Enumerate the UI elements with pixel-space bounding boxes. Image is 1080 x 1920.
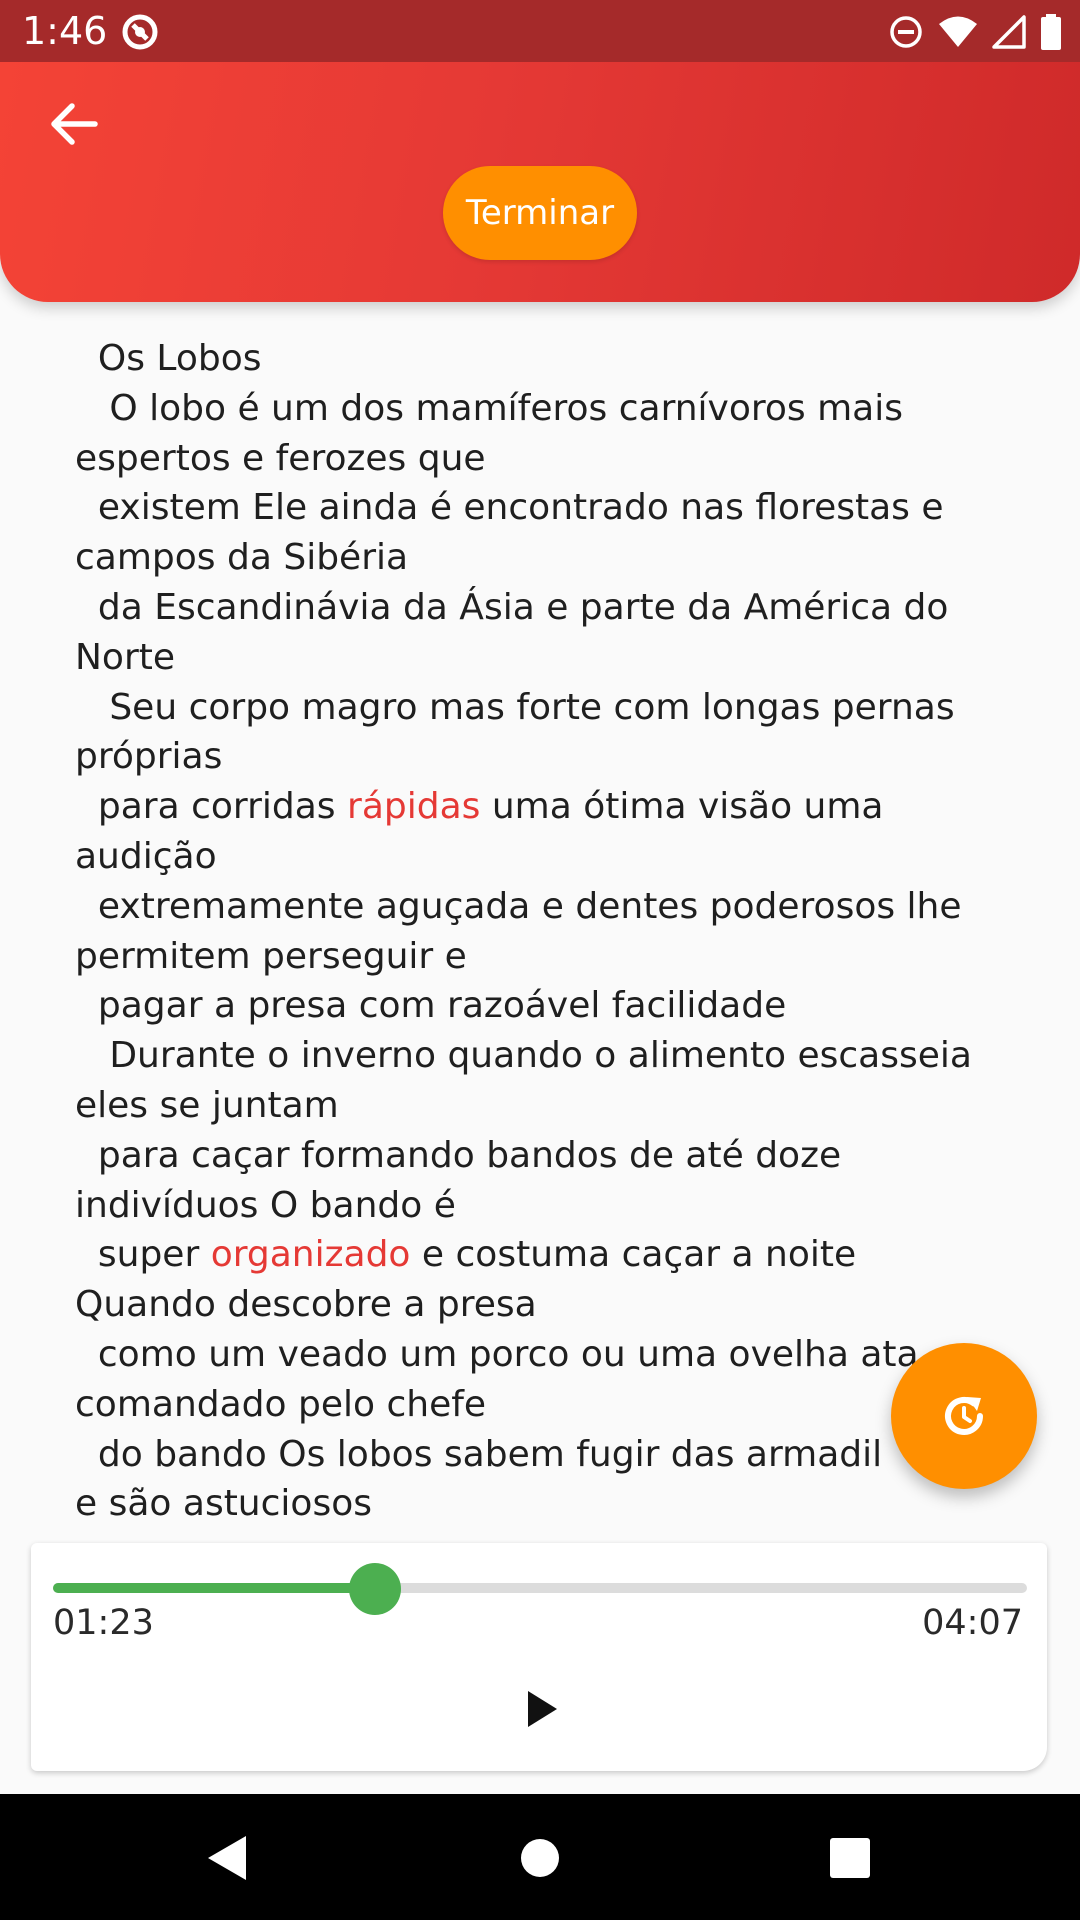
story-text-segment: indivíduos O bando é xyxy=(75,1184,456,1226)
story-text-segment: super xyxy=(75,1234,211,1276)
story-line: O lobo é um dos mamíferos carnívoros mai… xyxy=(75,384,1015,434)
story-line: extremamente aguçada e dentes poderosos … xyxy=(75,882,1015,932)
story-line: próprias xyxy=(75,732,1015,782)
story-line: audição xyxy=(75,832,1015,882)
story-text-segment: Os Lobos xyxy=(75,338,262,379)
do-not-disturb-icon xyxy=(890,16,922,48)
play-button[interactable] xyxy=(517,1681,567,1737)
arrow-left-icon xyxy=(51,103,98,145)
screen: 1:46 Terminar Os Lobos O lobo é um dos m… xyxy=(0,0,1080,1920)
signal-icon xyxy=(992,15,1026,49)
progress-slider[interactable] xyxy=(53,1563,1027,1615)
story-text-segment: para corridas xyxy=(75,786,348,828)
replay-button[interactable] xyxy=(891,1343,1037,1489)
story-text-segment: permitem perseguir e xyxy=(75,935,467,977)
story-line: Durante o inverno quando o alimento esca… xyxy=(75,1031,1015,1081)
finish-button[interactable]: Terminar xyxy=(443,166,637,260)
story-line: Quando descobre a presa xyxy=(75,1280,1015,1330)
app-notification-icon xyxy=(122,14,158,50)
story-text-segment: audição xyxy=(75,835,217,877)
story-line: indivíduos O bando é xyxy=(75,1181,1015,1231)
story-line: do bando Os lobos sabem fugir das armadi… xyxy=(75,1430,1015,1480)
story-text-segment: Quando descobre a presa xyxy=(75,1284,537,1326)
slider-fill xyxy=(53,1583,375,1593)
story-text-segment: extremamente aguçada e dentes poderosos … xyxy=(75,885,962,927)
story-line: e são astuciosos xyxy=(75,1479,1015,1529)
story-text-segment: Norte xyxy=(75,636,176,678)
story-text-segment: existem Ele ainda é encontrado nas flore… xyxy=(75,487,944,529)
story-text-segment: eles se juntam xyxy=(75,1084,339,1126)
story-text-segment: para caçar formando bandos de até doze xyxy=(75,1134,842,1176)
story-text-segment: campos da Sibéria xyxy=(75,537,409,579)
nav-recents-button[interactable] xyxy=(822,1830,878,1886)
story-line: pagar a presa com razoável facilidade xyxy=(75,981,1015,1031)
story-line: como um veado um porco ou uma ovelha ata xyxy=(75,1330,1015,1380)
nav-home-button[interactable] xyxy=(512,1830,568,1886)
play-icon xyxy=(528,1691,557,1727)
slider-thumb[interactable] xyxy=(348,1563,401,1615)
nav-recents-icon xyxy=(830,1838,870,1878)
nav-back-button[interactable] xyxy=(200,1830,256,1886)
highlighted-word: rápidas xyxy=(347,786,481,828)
status-time: 1:46 xyxy=(22,9,108,53)
story-text-segment: e são astuciosos xyxy=(75,1483,372,1525)
story-text-segment: espertos e ferozes que xyxy=(75,437,486,479)
story-line: Seu corpo magro mas forte com longas per… xyxy=(75,683,1015,733)
highlighted-word: organizado xyxy=(210,1234,411,1276)
app-bar: Terminar xyxy=(0,62,1080,302)
wifi-icon xyxy=(939,16,977,47)
navigation-bar xyxy=(0,1794,1080,1920)
story-text-segment: O lobo é um dos mamíferos carnívoros mai… xyxy=(75,387,903,429)
total-duration: 04:07 xyxy=(922,1603,1023,1643)
story-line: Os Lobos xyxy=(75,334,1015,384)
story-text-segment: Durante o inverno quando o alimento esca… xyxy=(75,1035,972,1077)
story-text-segment: da Escandinávia da Ásia e parte da Améri… xyxy=(75,586,949,628)
story-line: para corridas rápidas uma ótima visão um… xyxy=(75,782,1015,832)
story-line: existem Ele ainda é encontrado nas flore… xyxy=(75,483,1015,533)
story-text-segment: comandado pelo chefe xyxy=(75,1383,487,1425)
story-text-segment: Seu corpo magro mas forte com longas per… xyxy=(75,686,955,728)
story-line: campos da Sibéria xyxy=(75,533,1015,583)
story-text-segment: como um veado um porco ou uma ovelha ata xyxy=(75,1333,919,1375)
audio-player: 01:23 04:07 xyxy=(31,1543,1047,1771)
story-line: permitem perseguir e xyxy=(75,932,1015,982)
battery-icon xyxy=(1041,14,1061,50)
story-line: comandado pelo chefe xyxy=(75,1380,1015,1430)
status-icons xyxy=(888,12,1062,52)
status-bar: 1:46 xyxy=(0,0,1080,62)
story-line: super organizado e costuma caçar a noite xyxy=(75,1230,1015,1280)
story-text-segment: uma ótima visão uma xyxy=(480,786,884,828)
story-line: da Escandinávia da Ásia e parte da Améri… xyxy=(75,583,1015,633)
elapsed-time: 01:23 xyxy=(53,1603,154,1643)
back-button[interactable] xyxy=(40,90,108,158)
story-line: eles se juntam xyxy=(75,1081,1015,1131)
story-line: Norte xyxy=(75,633,1015,683)
story-text-segment: pagar a presa com razoável facilidade xyxy=(75,985,787,1027)
story-line: para caçar formando bandos de até doze xyxy=(75,1131,1015,1181)
story-text-segment: e costuma caçar a noite xyxy=(410,1234,857,1276)
story-text-segment: do bando Os lobos sabem fugir das armadi… xyxy=(75,1433,883,1475)
nav-back-icon xyxy=(208,1836,246,1880)
replay-icon xyxy=(945,1397,983,1435)
nav-home-icon xyxy=(521,1839,559,1877)
story-line: espertos e ferozes que xyxy=(75,434,1015,484)
story-text: Os Lobos O lobo é um dos mamíferos carní… xyxy=(75,334,1015,1529)
story-text-segment: próprias xyxy=(75,736,223,778)
